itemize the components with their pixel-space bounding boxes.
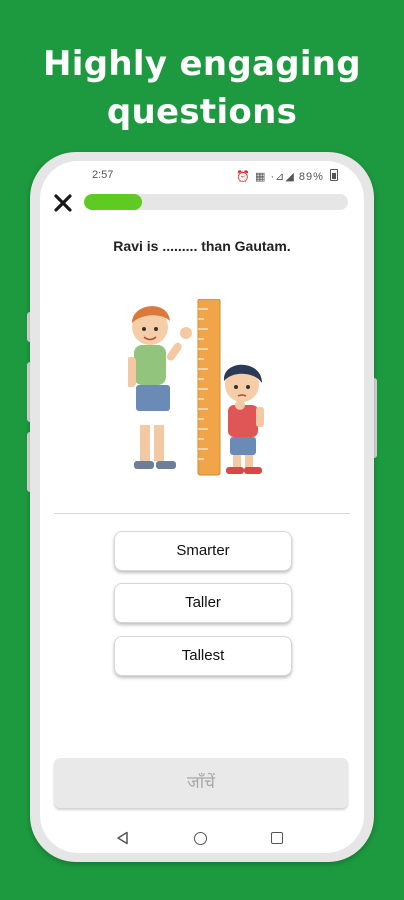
answer-option-smarter[interactable]: Smarter	[114, 531, 292, 571]
height-comparison-illustration	[128, 299, 264, 476]
battery-percent: 89%	[298, 171, 324, 183]
question-text: Ravi is ......... than Gautam.	[113, 238, 291, 254]
home-circle-icon[interactable]	[194, 832, 207, 845]
phone-frame: 2:57 ⏰ ▦ ·⊿◢ 89% Ravi is ......... than …	[30, 152, 374, 862]
status-icons: ⏰ ▦ ·⊿◢ 89%	[236, 169, 338, 183]
status-time: 2:57	[92, 169, 114, 181]
android-nav-bar	[40, 827, 364, 849]
battery-icon	[330, 169, 338, 181]
recent-square-icon[interactable]	[271, 832, 283, 844]
status-bar: 2:57 ⏰ ▦ ·⊿◢ 89%	[40, 167, 364, 185]
headline-line-2: questions	[106, 92, 298, 132]
progress-fill	[84, 194, 143, 210]
check-button[interactable]: जाँचें	[54, 758, 348, 808]
close-button[interactable]	[52, 192, 74, 214]
answer-option-taller[interactable]: Taller	[114, 583, 292, 623]
status-indicator-icons: ⏰ ▦ ·⊿◢	[236, 171, 295, 183]
headline: Highly engaging questions	[0, 40, 404, 136]
answer-option-tallest[interactable]: Tallest	[114, 636, 292, 676]
divider	[54, 513, 350, 514]
headline-line-1: Highly engaging	[43, 44, 361, 84]
close-icon	[54, 194, 72, 212]
back-triangle-icon[interactable]	[116, 831, 130, 845]
phone-screen: 2:57 ⏰ ▦ ·⊿◢ 89% Ravi is ......... than …	[40, 161, 364, 853]
progress-bar	[84, 194, 348, 210]
